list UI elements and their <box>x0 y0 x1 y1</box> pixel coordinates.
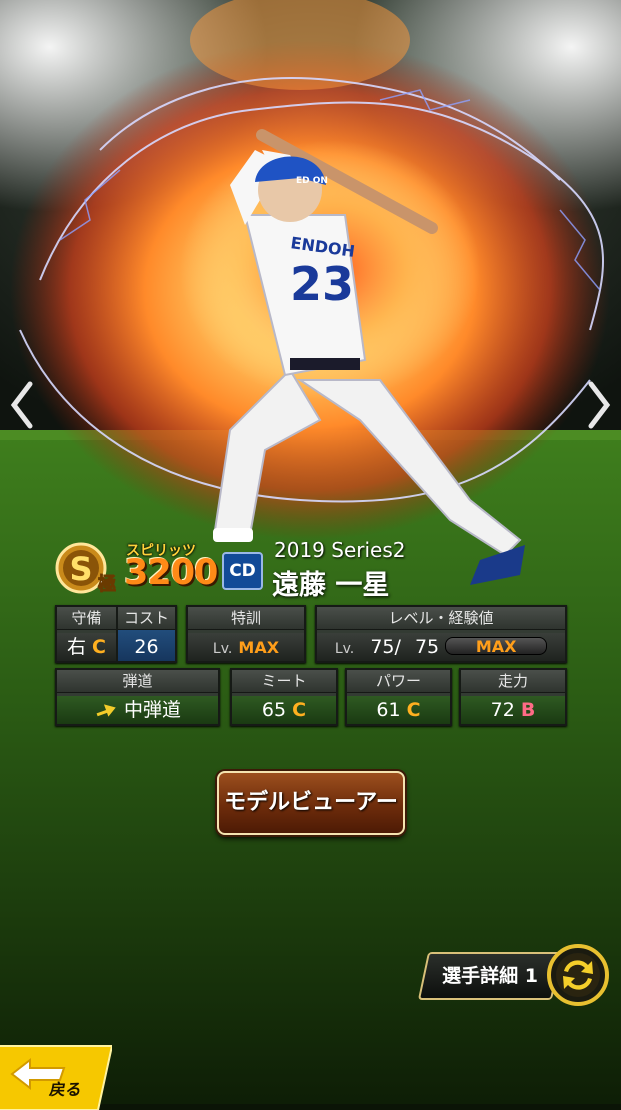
power-number: 61 <box>376 699 401 721</box>
level-separator: / <box>394 636 401 658</box>
meet-value: 65 C <box>232 696 336 724</box>
trajectory-panel: 弾道 中弾道 <box>55 668 220 726</box>
level-lv-prefix: Lv. <box>334 641 355 657</box>
chevron-left-icon <box>10 381 33 429</box>
speed-value: 72 B <box>461 696 565 724</box>
uniform-number: 23 <box>290 257 354 311</box>
position-text: 右 <box>66 636 86 658</box>
s-rank-kiwami-badge-icon: S 極 <box>55 542 117 596</box>
position-header: 守備 <box>57 607 116 630</box>
speed-number: 72 <box>490 699 515 721</box>
previous-player-button[interactable] <box>4 378 38 432</box>
chevron-right-icon <box>588 381 611 429</box>
meet-grade: C <box>292 699 307 721</box>
next-player-button[interactable] <box>583 378 617 432</box>
rank-kanji: 極 <box>98 573 116 595</box>
training-max: MAX <box>238 638 280 657</box>
power-header: パワー <box>347 670 450 693</box>
training-header: 特訓 <box>188 607 304 630</box>
position-cost-panel: 守備 コスト 右 C 26 <box>55 605 177 663</box>
meet-panel: ミート 65 C <box>230 668 338 726</box>
position-grade: C <box>92 636 106 658</box>
trajectory-header: 弾道 <box>57 670 218 693</box>
rank-letter: S <box>69 550 92 588</box>
cost-value: 26 <box>134 636 159 658</box>
player-detail-tab[interactable]: 選手詳細 1 <box>417 952 563 1000</box>
meet-number: 65 <box>261 699 287 721</box>
spirits-value: 3200 <box>124 553 218 593</box>
team-logo-icon: CD <box>222 552 263 590</box>
meet-header: ミート <box>232 670 336 693</box>
cost-header: コスト <box>118 607 175 630</box>
back-label: 戻る <box>48 1080 84 1099</box>
arrow-right-icon <box>96 703 116 717</box>
swap-arrows-icon[interactable] <box>546 943 610 1007</box>
training-lv-prefix: Lv. <box>212 641 233 657</box>
series-label: 2019 Series2 <box>274 538 406 562</box>
power-grade: C <box>406 699 421 721</box>
exp-bar: MAX <box>445 636 548 656</box>
player-name: 遠藤 一星 <box>272 570 390 601</box>
training-panel: 特訓 Lv. MAX <box>186 605 306 663</box>
exp-max-label: MAX <box>475 636 517 656</box>
speed-panel: 走力 72 B <box>459 668 567 726</box>
power-value: 61 C <box>347 696 450 724</box>
level-current: 75 <box>370 636 395 658</box>
level-value: Lv. 75/ 75 MAX <box>317 633 565 661</box>
model-viewer-button[interactable]: モデルビューアー <box>217 771 405 835</box>
training-value: Lv. MAX <box>188 633 304 661</box>
speed-grade: B <box>520 699 536 721</box>
cap-logo: ED ON <box>296 176 328 186</box>
trajectory-text: 中弾道 <box>124 699 182 721</box>
trajectory-value: 中弾道 <box>57 696 218 724</box>
power-panel: パワー 61 C <box>345 668 452 726</box>
level-exp-header: レベル・経験値 <box>317 607 565 630</box>
speed-header: 走力 <box>461 670 565 693</box>
position-value: 右 C <box>57 633 116 661</box>
player-detail-label: 選手詳細 1 <box>442 965 538 987</box>
level-exp-panel: レベル・経験値 Lv. 75/ 75 MAX <box>315 605 567 663</box>
level-max: 75 <box>414 636 440 658</box>
